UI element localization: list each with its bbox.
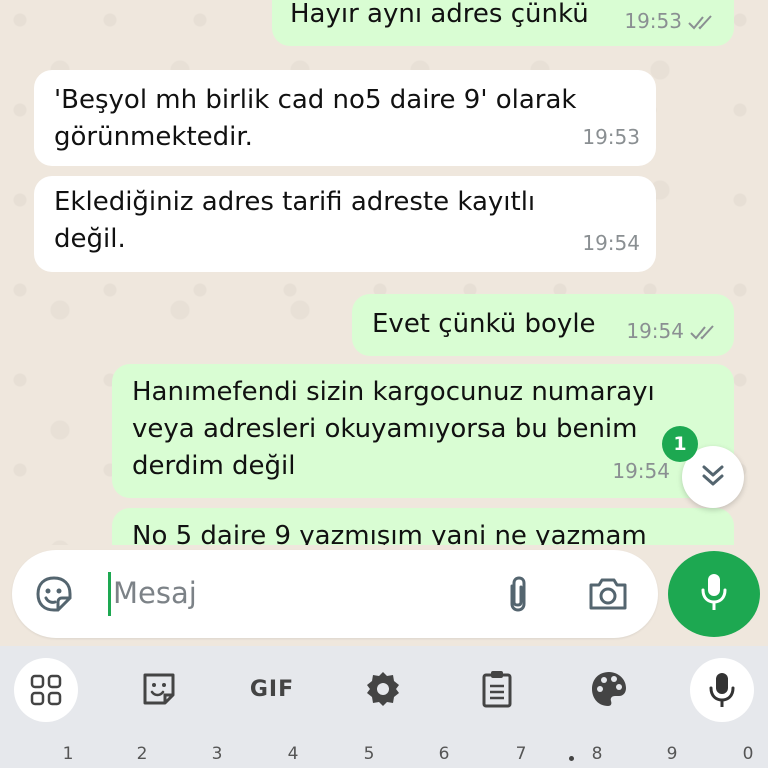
apps-grid-icon[interactable] <box>14 658 78 722</box>
message-text: 'Beşyol mh birlik cad no5 daire 9' olara… <box>54 85 577 152</box>
message-composer[interactable]: Mesaj <box>12 550 658 638</box>
clipboard-icon[interactable] <box>474 666 520 712</box>
message-meta: 19:53 <box>582 119 640 156</box>
keyboard-toolbar: GIF <box>0 646 768 732</box>
message-meta: 19:54 <box>612 453 670 490</box>
message-text: Hanımefendi sizin kargocunuz numarayı ve… <box>132 377 655 481</box>
message-time: 19:54 <box>626 319 684 343</box>
message-time: 19:54 <box>612 459 670 483</box>
message-text: Eklediğiniz adres tarifi adreste kayıtlı… <box>54 187 536 254</box>
paperclip-icon[interactable] <box>496 572 540 616</box>
message-bubble-outgoing[interactable]: Hayır aynı adres çünkü 19:53 <box>272 0 734 46</box>
key-8[interactable]: 8 <box>582 744 612 764</box>
key-1[interactable]: 1 <box>53 744 83 764</box>
on-screen-keyboard: GIF 1 2 3 4 5 6 7 8 9 0 <box>0 646 768 768</box>
voice-record-button[interactable] <box>668 551 760 637</box>
key-5[interactable]: 5 <box>354 744 384 764</box>
message-text: Evet çünkü boyle <box>372 309 596 339</box>
message-meta: 19:54 <box>582 225 640 262</box>
keyboard-number-row: 1 2 3 4 5 6 7 8 9 0 <box>0 744 768 768</box>
key-2[interactable]: 2 <box>127 744 157 764</box>
double-check-icon <box>688 14 716 30</box>
sticker-smile-icon[interactable] <box>32 572 76 616</box>
double-check-icon <box>690 324 718 340</box>
key-3[interactable]: 3 <box>202 744 232 764</box>
text-cursor <box>108 572 111 616</box>
message-input-placeholder[interactable]: Mesaj <box>113 573 197 613</box>
message-bubble-outgoing[interactable]: Hanımefendi sizin kargocunuz numarayı ve… <box>112 364 734 498</box>
message-bubble-incoming[interactable]: Eklediğiniz adres tarifi adreste kayıtlı… <box>34 176 656 272</box>
message-bubble-outgoing[interactable]: No 5 daire 9 yazmışım yani ne yazmam <box>112 508 734 545</box>
double-chevron-down-icon <box>700 462 726 492</box>
chat-area[interactable]: Hayır aynı adres çünkü 19:53 'Beşyol mh … <box>0 0 768 545</box>
gif-button[interactable]: GIF <box>246 666 298 712</box>
gif-label: GIF <box>249 676 295 702</box>
key-dot <box>569 756 574 761</box>
key-4[interactable]: 4 <box>278 744 308 764</box>
message-bubble-incoming[interactable]: 'Beşyol mh birlik cad no5 daire 9' olara… <box>34 70 656 166</box>
key-9[interactable]: 9 <box>657 744 687 764</box>
key-7[interactable]: 7 <box>506 744 536 764</box>
message-time: 19:53 <box>624 9 682 33</box>
key-6[interactable]: 6 <box>429 744 459 764</box>
microphone-icon[interactable] <box>690 658 754 722</box>
unread-count-badge: 1 <box>662 426 698 462</box>
message-time: 19:53 <box>582 125 640 149</box>
message-meta: 19:53 <box>624 3 716 40</box>
message-text: No 5 daire 9 yazmışım yani ne yazmam <box>132 521 647 545</box>
settings-gear-icon[interactable] <box>360 666 406 712</box>
camera-icon[interactable] <box>586 572 630 616</box>
message-text: Hayır aynı adres çünkü <box>290 0 589 29</box>
key-0[interactable]: 0 <box>733 744 763 764</box>
message-meta: 19:54 <box>626 313 718 350</box>
palette-icon[interactable] <box>586 666 632 712</box>
message-bubble-outgoing[interactable]: Evet çünkü boyle 19:54 <box>352 294 734 356</box>
message-time: 19:54 <box>582 231 640 255</box>
microphone-icon <box>698 572 730 616</box>
sticker-icon[interactable] <box>136 666 182 712</box>
